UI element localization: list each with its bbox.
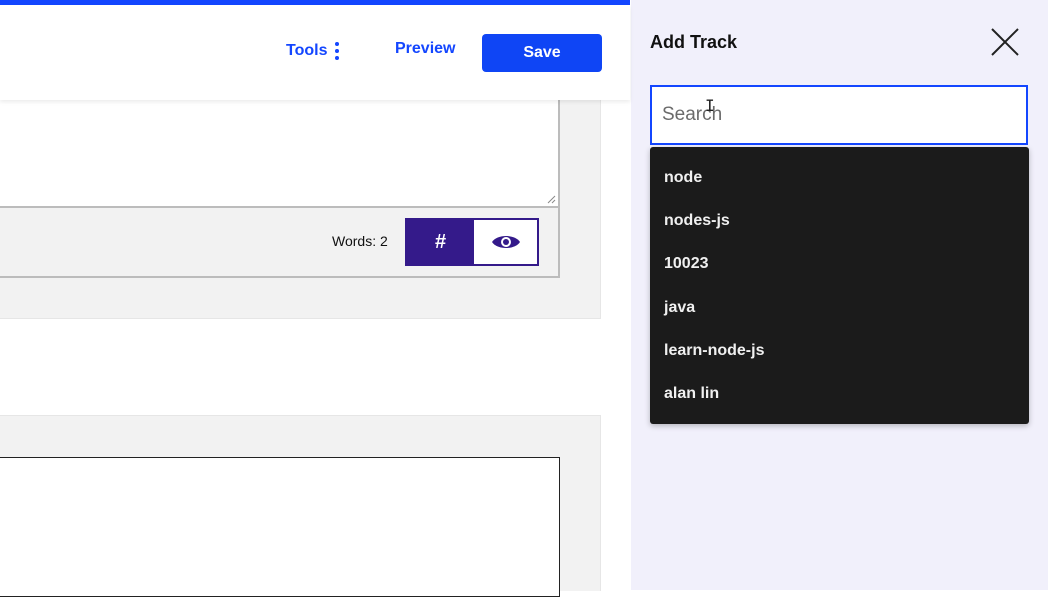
eye-icon bbox=[491, 233, 521, 251]
editor-header: Tools Preview Save bbox=[0, 5, 630, 100]
suggestion-item[interactable]: alan lin bbox=[664, 385, 719, 409]
editor-footer: Words: 2 # bbox=[0, 208, 560, 278]
suggestion-item[interactable]: node bbox=[664, 169, 702, 193]
text-cursor-icon: I bbox=[705, 96, 715, 115]
track-search-input[interactable] bbox=[650, 85, 1028, 145]
suggestion-item[interactable]: nodes-js bbox=[664, 212, 730, 236]
preview-button[interactable]: Preview bbox=[395, 40, 455, 58]
tools-label: Tools bbox=[286, 42, 327, 60]
save-button[interactable]: Save bbox=[482, 34, 602, 72]
resize-grip-icon[interactable] bbox=[546, 194, 556, 204]
word-count: Words: 2 bbox=[332, 233, 388, 249]
suggestion-item[interactable]: 10023 bbox=[664, 255, 709, 279]
panel-title: Add Track bbox=[650, 32, 737, 53]
tools-button[interactable]: Tools bbox=[286, 40, 339, 62]
markdown-mode-button[interactable]: # bbox=[407, 220, 474, 264]
preview-mode-button[interactable] bbox=[474, 220, 537, 264]
view-mode-toggle: # bbox=[405, 218, 539, 266]
second-editor-input[interactable] bbox=[0, 457, 560, 597]
add-track-panel: Add Track I node nodes-js 10023 java lea… bbox=[631, 0, 1048, 590]
close-icon[interactable] bbox=[989, 26, 1021, 58]
suggestion-item[interactable]: learn-node-js bbox=[664, 342, 764, 366]
body-textarea[interactable] bbox=[0, 100, 560, 208]
kebab-menu-icon bbox=[335, 42, 339, 60]
suggestions-dropdown: node nodes-js 10023 java learn-node-js a… bbox=[650, 147, 1029, 424]
suggestion-item[interactable]: java bbox=[664, 299, 695, 323]
